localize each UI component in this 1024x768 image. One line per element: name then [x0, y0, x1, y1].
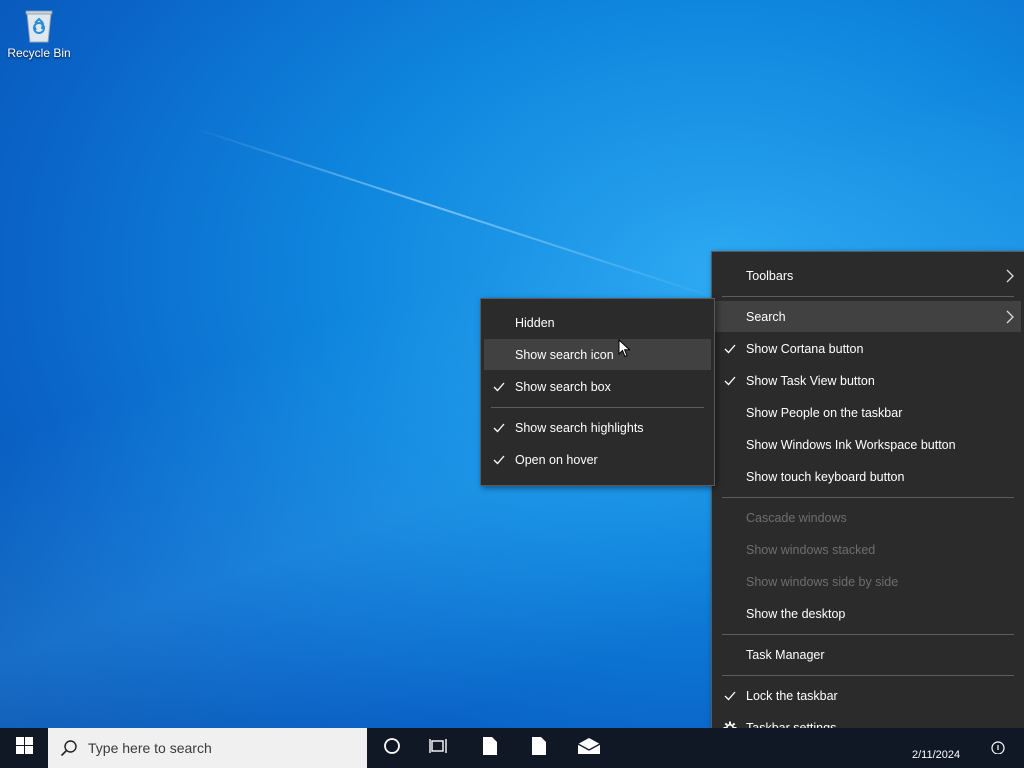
menu-item-label: Show People on the taskbar: [746, 405, 903, 420]
submenu-item-show-search-icon[interactable]: Show search icon: [484, 339, 711, 370]
cortana-button[interactable]: [369, 728, 415, 768]
chevron-right-icon: [1005, 310, 1015, 324]
recycle-bin-label: Recycle Bin: [7, 46, 71, 60]
menu-item-show-desktop[interactable]: Show the desktop: [715, 598, 1021, 629]
task-view-icon: [429, 737, 449, 760]
menu-item-label: Show windows stacked: [746, 542, 876, 557]
menu-item-lock-taskbar[interactable]: Lock the taskbar: [715, 680, 1021, 711]
menu-item-show-task-view[interactable]: Show Task View button: [715, 365, 1021, 396]
menu-item-task-manager[interactable]: Task Manager: [715, 639, 1021, 670]
menu-item-show-cortana[interactable]: Show Cortana button: [715, 333, 1021, 364]
menu-separator: [722, 675, 1014, 676]
menu-item-show-touch-keyboard[interactable]: Show touch keyboard button: [715, 461, 1021, 492]
menu-item-cascade-windows[interactable]: Cascade windows: [715, 502, 1021, 533]
menu-item-label: Hidden: [515, 315, 555, 330]
search-placeholder: Type here to search: [88, 740, 212, 756]
start-button[interactable]: [0, 728, 48, 768]
checkmark-icon: [723, 689, 737, 703]
menu-separator: [491, 407, 704, 408]
menu-item-windows-stacked[interactable]: Show windows stacked: [715, 534, 1021, 565]
notification-icon: [990, 738, 1006, 759]
taskbar-app-file-1[interactable]: [467, 728, 513, 768]
taskbar-date[interactable]: 2/11/2024: [912, 749, 960, 761]
submenu-item-search-highlights[interactable]: Show search highlights: [484, 412, 711, 443]
menu-separator: [722, 497, 1014, 498]
submenu-item-hidden[interactable]: Hidden: [484, 307, 711, 338]
checkmark-icon: [723, 374, 737, 388]
submenu-item-show-search-box[interactable]: Show search box: [484, 371, 711, 402]
windows-logo-icon: [15, 737, 33, 759]
menu-item-show-people[interactable]: Show People on the taskbar: [715, 397, 1021, 428]
taskbar-app-mail[interactable]: [566, 728, 612, 768]
checkmark-icon: [492, 421, 506, 435]
cortana-icon: [383, 737, 401, 760]
menu-item-label: Lock the taskbar: [746, 688, 838, 703]
menu-item-label: Toolbars: [746, 268, 794, 283]
menu-separator: [722, 634, 1014, 635]
search-submenu: Hidden Show search icon Show search box …: [480, 298, 715, 486]
menu-item-label: Search: [746, 309, 786, 324]
menu-item-show-ink-workspace[interactable]: Show Windows Ink Workspace button: [715, 429, 1021, 460]
menu-item-label: Show search box: [515, 379, 611, 394]
checkmark-icon: [492, 380, 506, 394]
menu-item-label: Show Windows Ink Workspace button: [746, 437, 956, 452]
menu-item-label: Show the desktop: [746, 606, 846, 621]
task-view-button[interactable]: [416, 728, 462, 768]
file-icon: [482, 736, 498, 761]
menu-item-label: Show windows side by side: [746, 574, 899, 589]
chevron-right-icon: [1005, 269, 1015, 283]
menu-item-label: Show search highlights: [515, 420, 644, 435]
taskbar-search-box[interactable]: Type here to search: [48, 728, 367, 768]
recycle-bin-icon: [24, 8, 54, 44]
menu-separator: [722, 296, 1014, 297]
menu-item-windows-side-by-side[interactable]: Show windows side by side: [715, 566, 1021, 597]
mail-icon: [577, 737, 601, 760]
taskbar-app-file-2[interactable]: [516, 728, 562, 768]
notification-center-button[interactable]: [982, 728, 1014, 768]
checkmark-icon: [723, 342, 737, 356]
file-icon: [531, 736, 547, 761]
menu-item-label: Show touch keyboard button: [746, 469, 905, 484]
menu-item-toolbars[interactable]: Toolbars: [715, 260, 1021, 291]
cursor-icon: [618, 338, 632, 359]
menu-item-label: Task Manager: [746, 647, 825, 662]
submenu-item-open-on-hover[interactable]: Open on hover: [484, 444, 711, 475]
menu-item-label: Show Task View button: [746, 373, 875, 388]
checkmark-icon: [492, 453, 506, 467]
menu-item-label: Open on hover: [515, 452, 598, 467]
taskbar: Type here to search 2/11/2024: [0, 728, 1024, 768]
taskbar-context-menu: Toolbars Search Show Cortana button Show…: [711, 251, 1024, 753]
menu-item-search[interactable]: Search: [715, 301, 1021, 332]
menu-item-label: Show Cortana button: [746, 341, 864, 356]
search-icon: [60, 739, 78, 757]
menu-item-label: Show search icon: [515, 347, 614, 362]
recycle-bin-shortcut[interactable]: Recycle Bin: [6, 8, 72, 60]
menu-item-label: Cascade windows: [746, 510, 847, 525]
